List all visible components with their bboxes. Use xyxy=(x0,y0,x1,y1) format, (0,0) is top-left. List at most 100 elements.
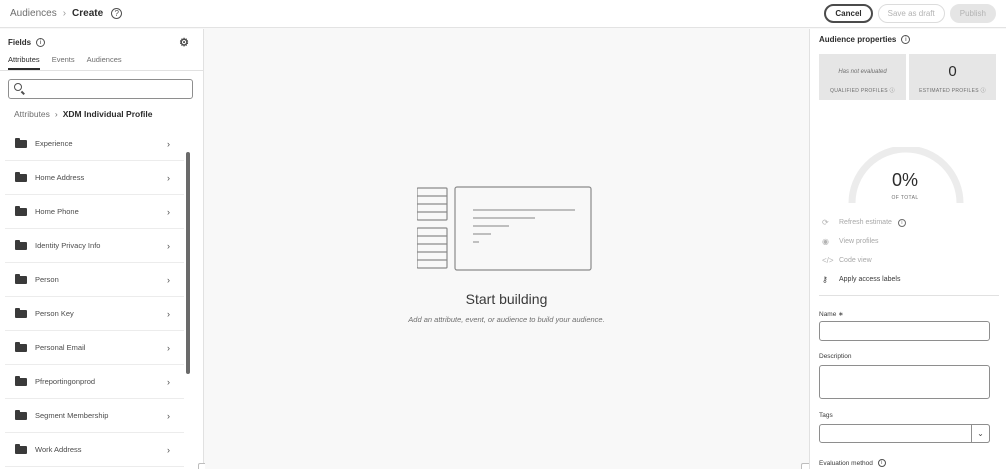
name-label: Name ∗ xyxy=(819,311,844,318)
list-item-home-address[interactable]: Home Address › xyxy=(5,161,184,195)
folder-icon xyxy=(15,239,27,250)
name-input[interactable] xyxy=(820,323,989,342)
list-item-person-key[interactable]: Person Key › xyxy=(5,297,184,331)
apply-access-labels-action[interactable]: ⚷ Apply access labels xyxy=(822,270,906,289)
eye-icon: ◉ xyxy=(822,237,829,246)
tab-attributes[interactable]: Attributes xyxy=(8,55,40,70)
list-item-work-address[interactable]: Work Address › xyxy=(5,433,184,467)
gear-icon[interactable]: ⚙ xyxy=(179,36,189,49)
list-scrollbar[interactable] xyxy=(186,152,190,374)
chevron-right-icon[interactable]: › xyxy=(167,309,170,319)
builder-canvas[interactable]: Start building Add an attribute, event, … xyxy=(205,29,808,469)
tabs-divider xyxy=(0,70,203,71)
help-icon[interactable]: ? xyxy=(111,8,123,19)
fields-panel: Fields i ⚙ Attributes Events Audiences A… xyxy=(0,29,204,469)
save-as-draft-button[interactable]: Save as draft xyxy=(877,4,945,23)
field-list: Experience › Home Address › Home Phone ›… xyxy=(5,127,184,467)
info-icon[interactable]: i xyxy=(36,38,46,47)
search-field[interactable] xyxy=(8,79,193,100)
chevron-right-icon[interactable]: › xyxy=(167,411,170,421)
schema-path: Attributes › XDM Individual Profile xyxy=(14,109,195,119)
code-view-action[interactable]: </> Code view xyxy=(822,251,906,270)
list-item-segment-membership[interactable]: Segment Membership › xyxy=(5,399,184,433)
top-bar: Audiences › Create ? Cancel Save as draf… xyxy=(0,0,1006,28)
list-item-label: Work Address xyxy=(35,445,82,454)
folder-icon xyxy=(15,341,27,352)
chevron-right-icon[interactable]: › xyxy=(167,275,170,285)
name-field[interactable] xyxy=(819,321,990,342)
list-item-home-phone[interactable]: Home Phone › xyxy=(5,195,184,229)
chevron-right-icon[interactable]: › xyxy=(167,207,170,217)
list-item-label: Person xyxy=(35,275,59,284)
start-building-illustration xyxy=(417,186,592,271)
description-label: Description xyxy=(819,353,852,360)
chevron-right-icon[interactable]: › xyxy=(167,445,170,455)
refresh-icon: ⟳ xyxy=(822,218,829,227)
chevron-right-icon[interactable]: › xyxy=(167,343,170,353)
estimated-profiles-value: 0 xyxy=(948,63,957,80)
breadcrumb: Audiences › Create ? xyxy=(10,8,123,19)
search-icon xyxy=(14,83,22,91)
profile-stats: Has not evaluated QUALIFIED PROFILES ⓘ 0… xyxy=(819,54,997,100)
start-building-subtitle: Add an attribute, event, or audience to … xyxy=(408,315,605,324)
chevron-right-icon[interactable]: › xyxy=(167,241,170,251)
tab-events[interactable]: Events xyxy=(52,55,75,70)
audience-properties-panel: Audience properties i Has not evaluated … xyxy=(809,29,1006,469)
start-building-title: Start building xyxy=(465,291,548,307)
info-icon[interactable]: i xyxy=(877,459,886,467)
chevron-right-icon[interactable]: › xyxy=(167,139,170,149)
profile-actions: ⟳ Refresh estimate i ◉ View profiles </>… xyxy=(822,213,906,289)
folder-icon xyxy=(15,307,27,318)
folder-icon xyxy=(15,375,27,386)
publish-button[interactable]: Publish xyxy=(949,4,996,23)
tags-input[interactable] xyxy=(820,427,989,444)
search-input[interactable] xyxy=(9,81,192,100)
code-icon: </> xyxy=(822,256,834,265)
folder-icon xyxy=(15,273,27,284)
path-attributes-link[interactable]: Attributes xyxy=(14,109,50,119)
qualified-profiles-label: QUALIFIED PROFILES ⓘ xyxy=(830,88,895,94)
fields-title: Fields xyxy=(8,38,32,47)
list-item-personal-email[interactable]: Personal Email › xyxy=(5,331,184,365)
tab-audiences[interactable]: Audiences xyxy=(87,55,122,70)
folder-icon xyxy=(15,443,27,454)
description-input[interactable] xyxy=(820,366,989,398)
refresh-estimate-action[interactable]: ⟳ Refresh estimate i xyxy=(822,213,906,232)
breadcrumb-audiences-link[interactable]: Audiences xyxy=(10,8,57,19)
info-icon[interactable]: i xyxy=(901,35,911,44)
description-field[interactable] xyxy=(819,365,990,399)
folder-icon xyxy=(15,137,27,148)
list-item-label: Experience xyxy=(35,139,73,148)
apply-access-labels-label: Apply access labels xyxy=(839,276,901,283)
gauge-percent: 0% xyxy=(891,170,918,190)
top-actions: Cancel Save as draft Publish xyxy=(824,4,996,23)
view-profiles-label: View profiles xyxy=(839,238,879,245)
folder-icon xyxy=(15,409,27,420)
fields-tabs: Attributes Events Audiences xyxy=(8,55,195,70)
key-icon: ⚷ xyxy=(822,275,828,284)
chevron-down-icon[interactable]: ⌄ xyxy=(971,424,990,443)
cancel-button[interactable]: Cancel xyxy=(824,4,873,23)
folder-icon xyxy=(15,171,27,182)
view-profiles-action[interactable]: ◉ View profiles xyxy=(822,232,906,251)
chevron-right-icon[interactable]: › xyxy=(167,377,170,387)
list-item-identity-privacy-info[interactable]: Identity Privacy Info › xyxy=(5,229,184,263)
path-separator: › xyxy=(54,109,58,119)
breadcrumb-separator: › xyxy=(62,8,67,19)
audience-properties-title: Audience properties xyxy=(819,35,897,44)
list-item-person[interactable]: Person › xyxy=(5,263,184,297)
list-item-label: Home Address xyxy=(35,173,85,182)
tags-field[interactable]: ⌄ xyxy=(819,424,990,444)
path-current: XDM Individual Profile xyxy=(62,109,153,119)
list-item-experience[interactable]: Experience › xyxy=(5,127,184,161)
list-item-pfreportingonprod[interactable]: Pfreportingonprod › xyxy=(5,365,184,399)
tags-label: Tags xyxy=(819,412,833,419)
refresh-estimate-label: Refresh estimate xyxy=(839,219,892,226)
list-item-label: Person Key xyxy=(35,309,74,318)
info-icon[interactable]: i xyxy=(897,218,906,227)
chevron-right-icon[interactable]: › xyxy=(167,173,170,183)
folder-icon xyxy=(15,205,27,216)
list-item-label: Pfreportingonprod xyxy=(35,377,96,386)
list-item-label: Home Phone xyxy=(35,207,79,216)
list-item-label: Personal Email xyxy=(35,343,86,352)
